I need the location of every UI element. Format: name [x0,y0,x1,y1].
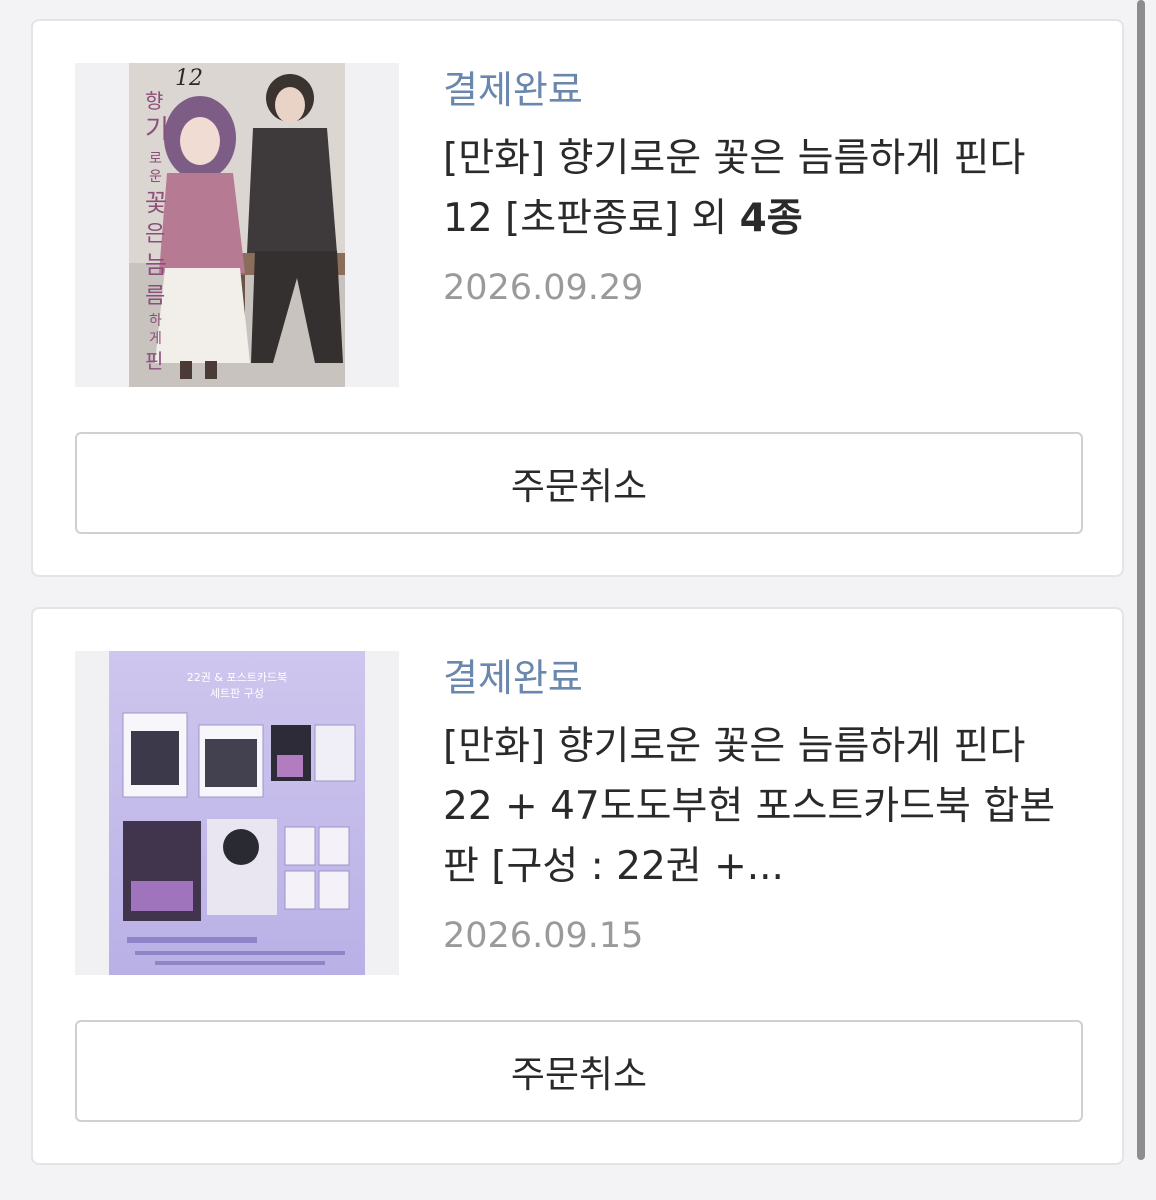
postcard-set-cover-image: 22권 & 포스트카드북 세트판 구성 [75,651,399,975]
order-date: 2026.09.29 [443,268,644,308]
manga-cover-image: 향 기 로 운 꽃 은 늠 름 하 게 핀 12 [75,63,399,387]
product-title-text: [만화] 향기로운 꽃은 늠름하게 핀다 22 + 47도도부현 포스트카드북 … [443,724,1056,889]
svg-text:핀: 핀 [145,349,163,373]
product-thumbnail[interactable]: 22권 & 포스트카드북 세트판 구성 [75,651,399,975]
cover-banner-line2: 세트판 구성 [210,687,264,700]
svg-text:름: 름 [145,284,165,309]
cancel-order-button[interactable]: 주문취소 [75,1020,1083,1122]
svg-text:꽃: 꽃 [145,189,167,217]
vertical-scrollbar[interactable] [1137,0,1145,1160]
cancel-order-button[interactable]: 주문취소 [75,432,1083,534]
cover-volume-mark: 12 [175,66,203,91]
product-count: 4종 [739,196,803,241]
product-title-text: [만화] 향기로운 꽃은 늠름하게 핀다 12 [초판종료] 외 [443,136,1026,241]
product-title[interactable]: [만화] 향기로운 꽃은 늠름하게 핀다 22 + 47도도부현 포스트카드북 … [443,717,1083,897]
order-date: 2026.09.15 [443,916,644,956]
order-list-page: 향 기 로 운 꽃 은 늠 름 하 게 핀 12 결제완료 [만화] 향기로운 … [0,0,1156,1200]
svg-text:향: 향 [145,89,163,113]
order-info: 결제완료 [만화] 향기로운 꽃은 늠름하게 핀다 12 [초판종료] 외 4종… [443,63,1083,313]
svg-text:은: 은 [145,222,165,247]
order-card[interactable]: 22권 & 포스트카드북 세트판 구성 결제완료 [만화] 향기로운 꽃은 늠름… [31,607,1124,1165]
svg-text:게: 게 [149,331,162,347]
order-card[interactable]: 향 기 로 운 꽃 은 늠 름 하 게 핀 12 결제완료 [만화] 향기로운 … [31,19,1124,577]
order-info: 결제완료 [만화] 향기로운 꽃은 늠름하게 핀다 22 + 47도도부현 포스… [443,651,1083,961]
svg-text:늠: 늠 [145,251,167,279]
order-status: 결제완료 [443,656,583,700]
svg-text:로: 로 [149,151,162,167]
svg-text:기: 기 [145,115,169,145]
order-status: 결제완료 [443,68,583,112]
svg-text:운: 운 [149,169,162,185]
svg-text:하: 하 [149,313,162,329]
product-thumbnail[interactable]: 향 기 로 운 꽃 은 늠 름 하 게 핀 12 [75,63,399,387]
product-title[interactable]: [만화] 향기로운 꽃은 늠름하게 핀다 12 [초판종료] 외 4종 [443,129,1083,249]
cover-banner-line1: 22권 & 포스트카드북 [187,671,287,684]
